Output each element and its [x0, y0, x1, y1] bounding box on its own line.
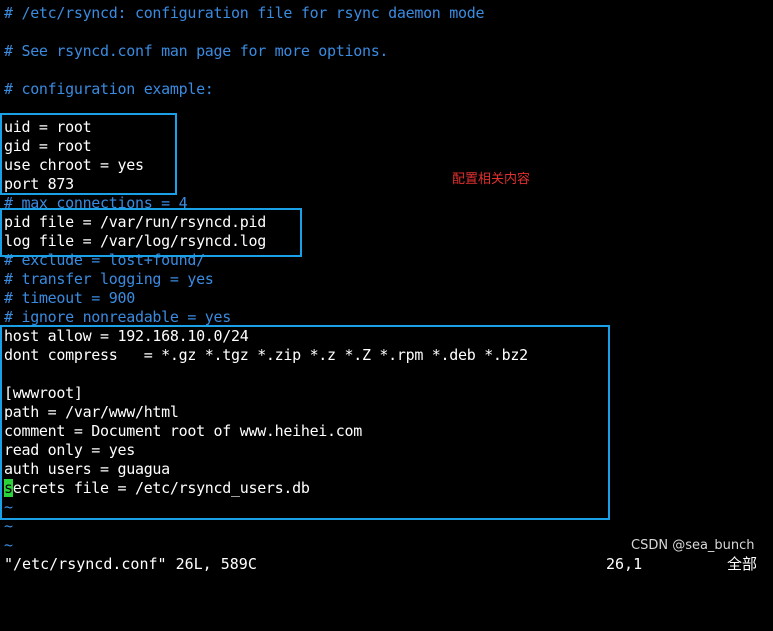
- status-cursor-position: 26,1: [606, 555, 643, 573]
- editor-line[interactable]: # timeout = 900: [4, 289, 135, 308]
- editor-line[interactable]: # configuration example:: [4, 80, 214, 99]
- editor-line[interactable]: # /etc/rsyncd: configuration file for rs…: [4, 4, 485, 23]
- status-file-info: "/etc/rsyncd.conf" 26L, 589C: [4, 555, 257, 573]
- status-line: "/etc/rsyncd.conf" 26L, 589C 26,1 全部: [0, 555, 773, 574]
- empty-line-marker[interactable]: ~: [4, 498, 13, 517]
- empty-line-marker[interactable]: ~: [4, 536, 13, 555]
- editor-line[interactable]: # ignore nonreadable = yes: [4, 308, 231, 327]
- editor-line[interactable]: # See rsyncd.conf man page for more opti…: [4, 42, 388, 61]
- editor-line[interactable]: read only = yes: [4, 441, 135, 460]
- editor-line[interactable]: # transfer logging = yes: [4, 270, 214, 289]
- editor-line[interactable]: log file = /var/log/rsyncd.log: [4, 232, 266, 251]
- editor-line[interactable]: pid file = /var/run/rsyncd.pid: [4, 213, 266, 232]
- editor-line[interactable]: comment = Document root of www.heihei.co…: [4, 422, 362, 441]
- editor-line[interactable]: use chroot = yes: [4, 156, 144, 175]
- editor-line[interactable]: secrets file = /etc/rsyncd_users.db: [4, 479, 310, 498]
- editor-line[interactable]: port 873: [4, 175, 74, 194]
- text-cursor: s: [4, 479, 13, 497]
- editor-line-text: ecrets file = /etc/rsyncd_users.db: [12, 479, 310, 497]
- editor-line[interactable]: gid = root: [4, 137, 92, 156]
- empty-line-marker[interactable]: ~: [4, 517, 13, 536]
- editor-line[interactable]: uid = root: [4, 118, 92, 137]
- editor-line[interactable]: # max connections = 4: [4, 194, 188, 213]
- editor-line[interactable]: host allow = 192.168.10.0/24: [4, 327, 249, 346]
- annotation-label: 配置相关内容: [452, 172, 531, 187]
- editor-line[interactable]: [wwwroot]: [4, 384, 83, 403]
- watermark: CSDN @sea_bunch: [631, 538, 755, 553]
- editor-line[interactable]: auth users = guagua: [4, 460, 170, 479]
- status-scroll-indicator: 全部: [727, 555, 758, 573]
- editor-line[interactable]: path = /var/www/html: [4, 403, 179, 422]
- terminal-editor[interactable]: # /etc/rsyncd: configuration file for rs…: [0, 0, 773, 563]
- editor-line[interactable]: # exclude = lost+found/: [4, 251, 205, 270]
- editor-line[interactable]: dont compress = *.gz *.tgz *.zip *.z *.Z…: [4, 346, 528, 365]
